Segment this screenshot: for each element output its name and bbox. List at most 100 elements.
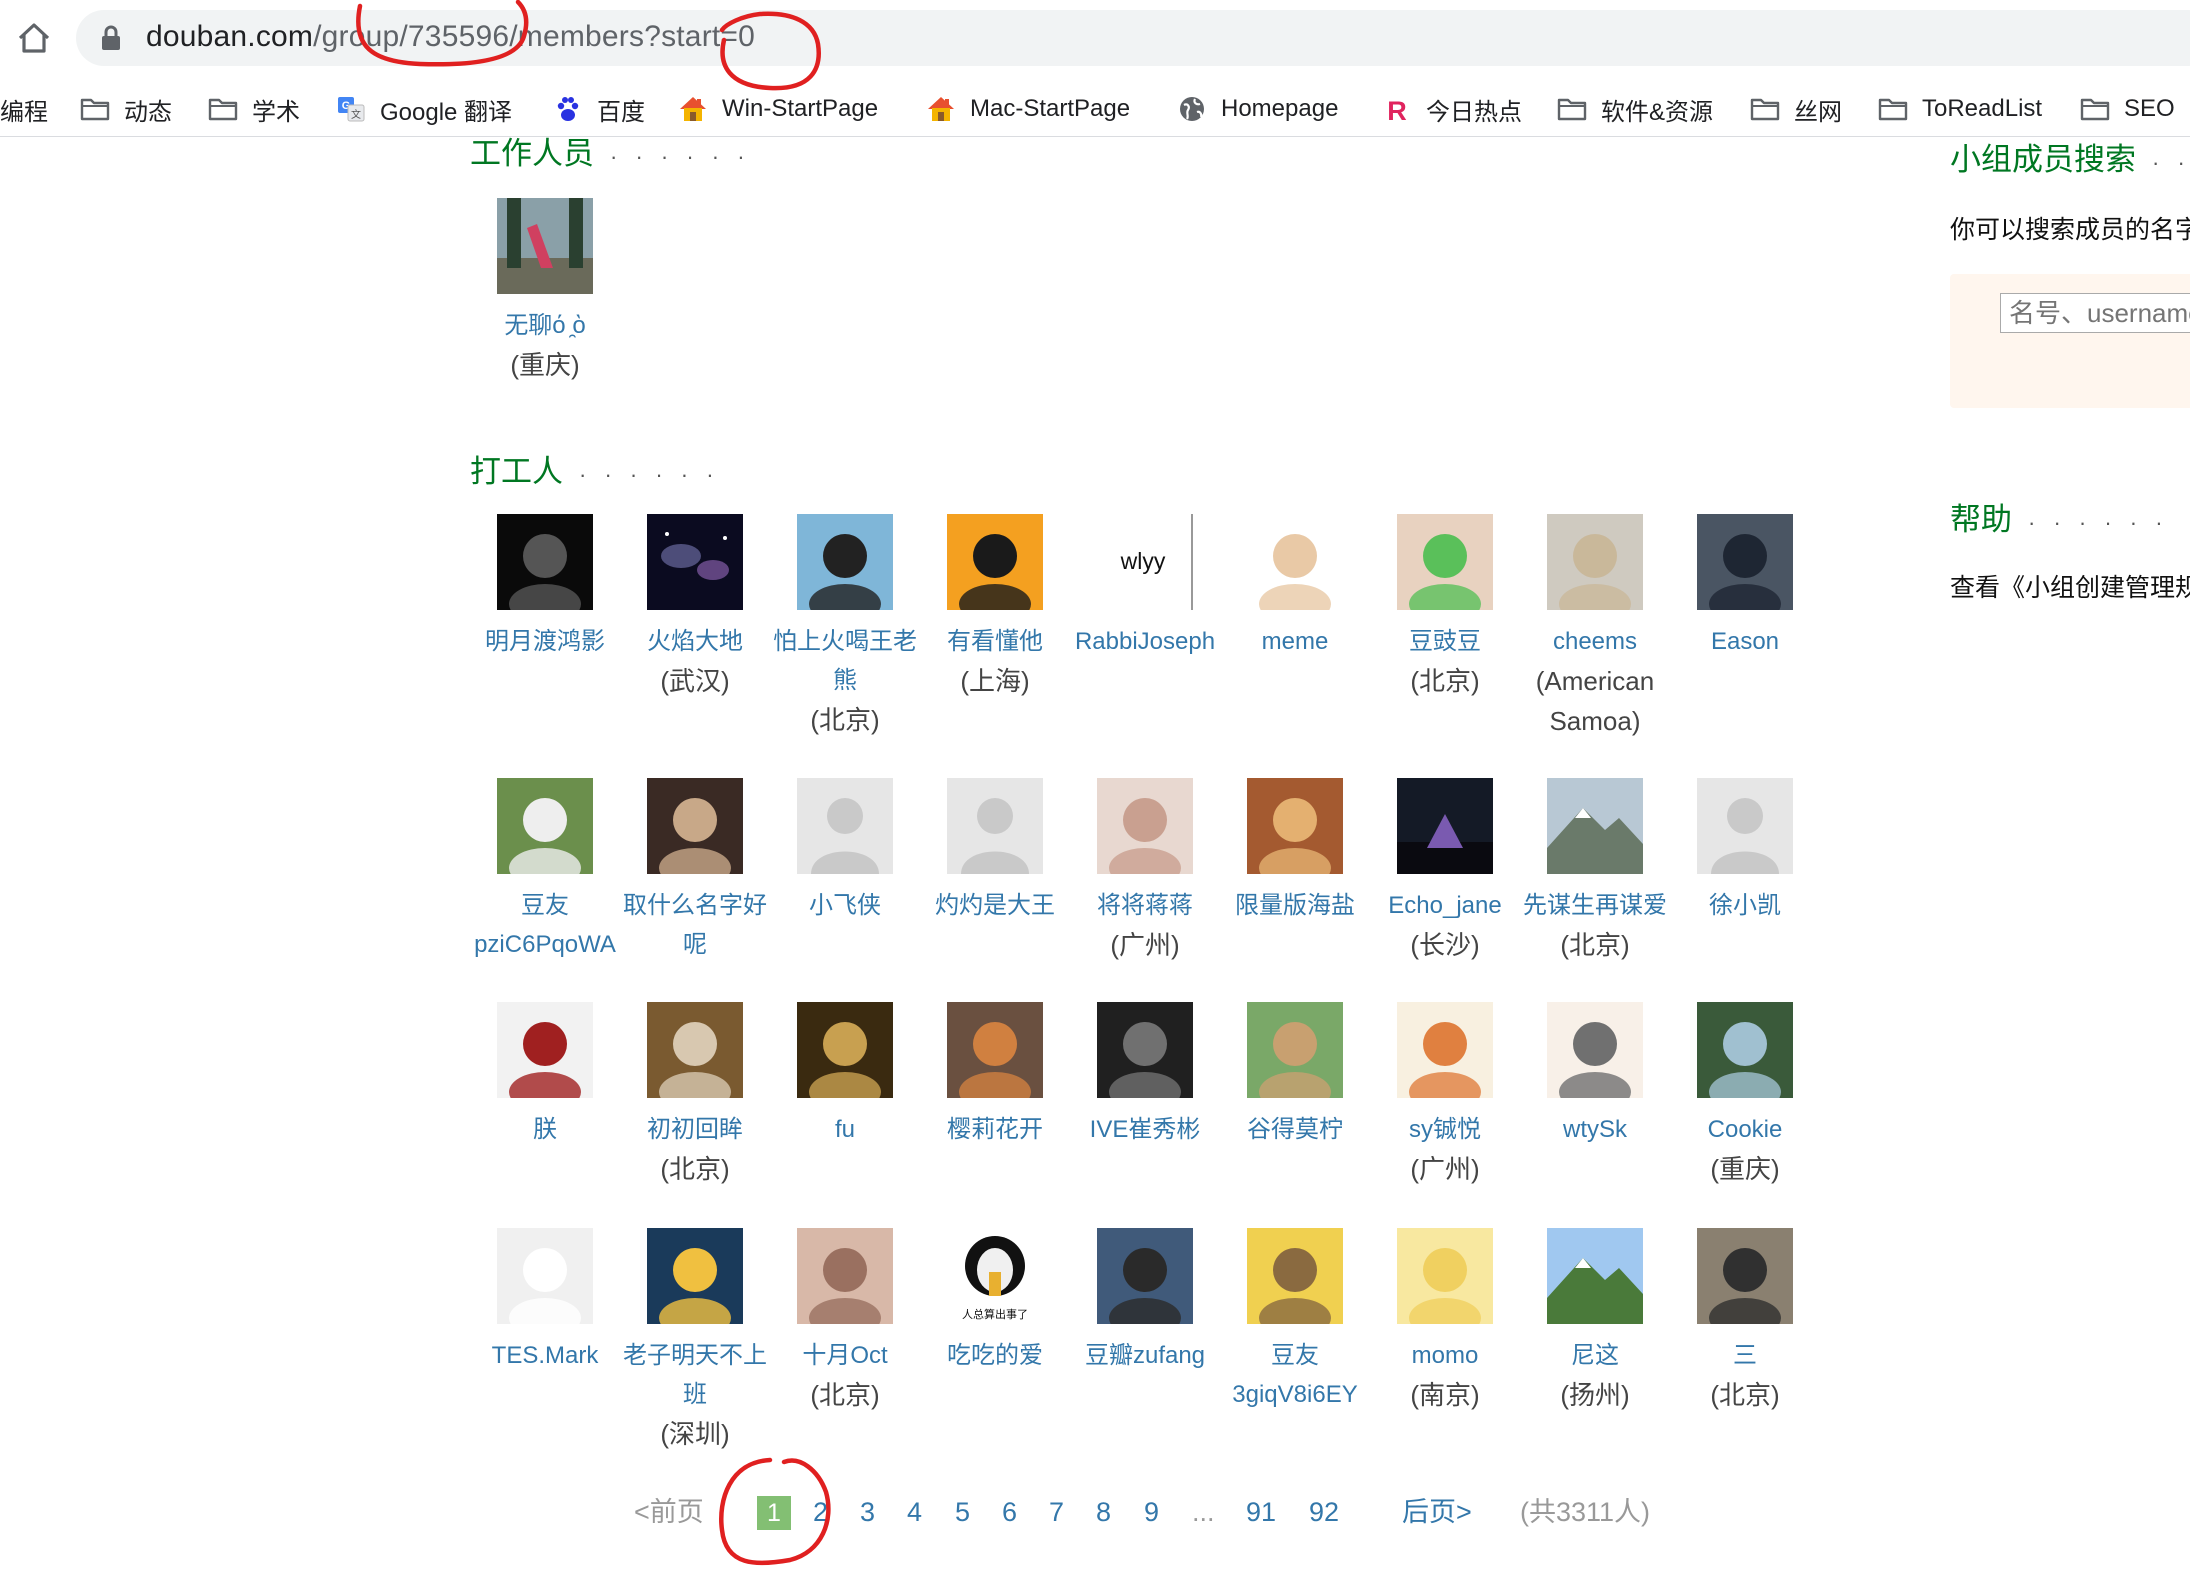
- avatar[interactable]: [1247, 514, 1343, 610]
- member-name-link[interactable]: 明月渡鸿影: [470, 622, 620, 661]
- member-name-link[interactable]: 豆豉豆: [1370, 622, 1520, 661]
- page-link-5[interactable]: 5: [955, 1492, 970, 1532]
- member-name-link[interactable]: fu: [770, 1110, 920, 1149]
- avatar[interactable]: [947, 514, 1043, 610]
- avatar[interactable]: [497, 778, 593, 874]
- avatar[interactable]: [1097, 778, 1193, 874]
- avatar[interactable]: [647, 514, 743, 610]
- member-name-link[interactable]: 先谋生再谋爱: [1520, 886, 1670, 925]
- member-name-link[interactable]: 徐小凯: [1670, 886, 1820, 925]
- avatar[interactable]: [1397, 1228, 1493, 1324]
- member-name-link[interactable]: 老子明天不上班: [620, 1336, 770, 1414]
- page-link-8[interactable]: 8: [1096, 1492, 1111, 1532]
- avatar[interactable]: [797, 1002, 893, 1098]
- page-link-6[interactable]: 6: [1002, 1492, 1017, 1532]
- member-name-link[interactable]: 尼这: [1520, 1336, 1670, 1375]
- member-name-link[interactable]: 豆友pziC6PqoWA: [470, 886, 620, 964]
- avatar[interactable]: [1247, 1228, 1343, 1324]
- avatar[interactable]: [1697, 1002, 1793, 1098]
- avatar[interactable]: [797, 778, 893, 874]
- bookmark-item[interactable]: 动态: [80, 90, 172, 128]
- member-search-input[interactable]: [2000, 293, 2190, 333]
- avatar[interactable]: [1547, 1002, 1643, 1098]
- member-name-link[interactable]: 无聊ό ̯ὸ: [470, 306, 620, 345]
- member-name-link[interactable]: cheems: [1520, 622, 1670, 661]
- avatar[interactable]: [497, 1228, 593, 1324]
- member-name-link[interactable]: wtySk: [1520, 1110, 1670, 1149]
- member-name-link[interactable]: RabbiJoseph: [1070, 622, 1220, 661]
- bookmark-item[interactable]: Win-StartPage: [678, 90, 878, 128]
- page-link-91[interactable]: 91: [1246, 1492, 1276, 1532]
- avatar[interactable]: [1097, 1228, 1193, 1324]
- page-link-7[interactable]: 7: [1049, 1492, 1064, 1532]
- avatar[interactable]: [1397, 778, 1493, 874]
- member-name-link[interactable]: 限量版海盐: [1220, 886, 1370, 925]
- avatar[interactable]: [1397, 1002, 1493, 1098]
- url-text[interactable]: douban.com/group/735596/members?start=0: [146, 17, 755, 57]
- bookmark-item[interactable]: 编程: [0, 90, 48, 128]
- avatar[interactable]: [1247, 1002, 1343, 1098]
- bookmark-item[interactable]: Mac-StartPage: [926, 90, 1130, 128]
- help-link[interactable]: 查看《小组创建管理规则》: [1950, 574, 2190, 602]
- avatar[interactable]: [497, 198, 593, 294]
- member-name-link[interactable]: 十月Oct: [770, 1336, 920, 1375]
- member-name-link[interactable]: 将将蒋蒋: [1070, 886, 1220, 925]
- avatar[interactable]: [947, 1002, 1043, 1098]
- member-name-link[interactable]: IVE崔秀彬: [1070, 1110, 1220, 1149]
- member-name-link[interactable]: TES.Mark: [470, 1336, 620, 1375]
- member-name-link[interactable]: 豆友3giqV8i6EY: [1220, 1336, 1370, 1414]
- avatar[interactable]: 人总算出事了: [947, 1228, 1043, 1324]
- member-name-link[interactable]: 朕: [470, 1110, 620, 1149]
- member-name-link[interactable]: 谷得莫柠: [1220, 1110, 1370, 1149]
- member-name-link[interactable]: 有看懂他: [920, 622, 1070, 661]
- avatar[interactable]: [1247, 778, 1343, 874]
- bookmark-item[interactable]: SEO: [2080, 90, 2175, 128]
- page-link-4[interactable]: 4: [907, 1492, 922, 1532]
- member-name-link[interactable]: Cookie: [1670, 1110, 1820, 1149]
- home-icon[interactable]: [14, 18, 54, 58]
- avatar[interactable]: [647, 1228, 743, 1324]
- avatar[interactable]: [1547, 778, 1643, 874]
- member-name-link[interactable]: 樱莉花开: [920, 1110, 1070, 1149]
- avatar[interactable]: [647, 1002, 743, 1098]
- bookmark-item[interactable]: Homepage: [1177, 90, 1338, 128]
- avatar[interactable]: [1397, 514, 1493, 610]
- member-name-link[interactable]: 取什么名字好呢: [620, 886, 770, 964]
- page-link-92[interactable]: 92: [1309, 1492, 1339, 1532]
- next-page-link[interactable]: 后页>: [1402, 1492, 1472, 1532]
- member-name-link[interactable]: 火焰大地: [620, 622, 770, 661]
- page-link-2[interactable]: 2: [813, 1492, 828, 1532]
- member-name-link[interactable]: 初初回眸: [620, 1110, 770, 1149]
- avatar[interactable]: [1547, 1228, 1643, 1324]
- bookmark-item[interactable]: 丝网: [1750, 90, 1842, 128]
- avatar[interactable]: [1097, 1002, 1193, 1098]
- avatar[interactable]: [497, 514, 593, 610]
- avatar[interactable]: [947, 778, 1043, 874]
- avatar[interactable]: wlyy: [1097, 514, 1193, 610]
- bookmark-item[interactable]: R 今日热点: [1382, 90, 1522, 128]
- bookmark-item[interactable]: 软件&资源: [1557, 90, 1713, 128]
- avatar[interactable]: [497, 1002, 593, 1098]
- member-name-link[interactable]: 豆瓣zufang: [1070, 1336, 1220, 1375]
- avatar[interactable]: [647, 778, 743, 874]
- member-name-link[interactable]: momo: [1370, 1336, 1520, 1375]
- bookmark-item[interactable]: 百度: [553, 90, 645, 128]
- member-name-link[interactable]: meme: [1220, 622, 1370, 661]
- avatar[interactable]: [797, 514, 893, 610]
- member-name-link[interactable]: 小飞侠: [770, 886, 920, 925]
- avatar[interactable]: [797, 1228, 893, 1324]
- avatar[interactable]: [1547, 514, 1643, 610]
- member-name-link[interactable]: 灼灼是大王: [920, 886, 1070, 925]
- bookmark-item[interactable]: 学术: [208, 90, 300, 128]
- bookmark-item[interactable]: G 文 Google 翻译: [336, 90, 512, 128]
- member-name-link[interactable]: Echo_jane: [1370, 886, 1520, 925]
- member-name-link[interactable]: 怕上火喝王老熊: [770, 622, 920, 700]
- member-name-link[interactable]: 三: [1670, 1336, 1820, 1375]
- page-link-9[interactable]: 9: [1144, 1492, 1159, 1532]
- avatar[interactable]: [1697, 1228, 1793, 1324]
- bookmark-item[interactable]: ToReadList: [1878, 90, 2042, 128]
- member-name-link[interactable]: 吃吃的爱: [920, 1336, 1070, 1375]
- page-link-3[interactable]: 3: [860, 1492, 875, 1532]
- member-name-link[interactable]: sy铖悦: [1370, 1110, 1520, 1149]
- avatar[interactable]: [1697, 514, 1793, 610]
